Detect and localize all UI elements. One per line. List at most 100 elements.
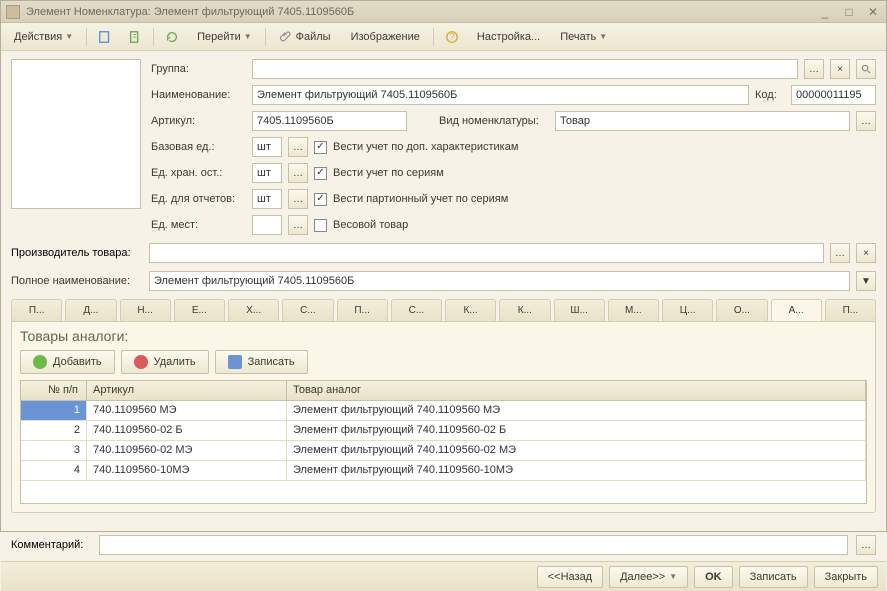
producer-clear-button[interactable]: × (856, 243, 876, 263)
group-select-button[interactable]: … (804, 59, 824, 79)
main-toolbar: Действия▼ Перейти▼ Файлы Изображение ? Н… (1, 23, 886, 51)
maximize-button[interactable]: □ (841, 5, 857, 19)
save-button[interactable]: Записать (215, 350, 308, 374)
add-button[interactable]: Добавить (20, 350, 115, 374)
group-label: Группа: (151, 63, 246, 75)
producer-label: Производитель товара: (11, 247, 143, 259)
code-input[interactable] (791, 85, 876, 105)
close-form-button[interactable]: Закрыть (814, 566, 878, 588)
print-menu[interactable]: Печать▼ (553, 28, 614, 46)
analogs-table: № п/п Артикул Товар аналог 1 740.1109560… (20, 380, 867, 504)
tab-10[interactable]: Ш... (554, 299, 605, 321)
files-label: Файлы (296, 31, 331, 43)
reportunit-select-button[interactable]: … (288, 189, 308, 209)
actions-menu[interactable]: Действия▼ (7, 28, 80, 46)
minimize-button[interactable]: _ (817, 5, 833, 19)
back-button[interactable]: <<Назад (537, 566, 603, 588)
producer-input[interactable] (149, 243, 824, 263)
reportunit-input[interactable] (252, 189, 282, 209)
files-button[interactable]: Файлы (272, 27, 338, 47)
weight-label: Весовой товар (333, 219, 408, 231)
storeunit-input[interactable] (252, 163, 282, 183)
group-clear-button[interactable]: × (830, 59, 850, 79)
baseunit-label: Базовая ед.: (151, 141, 246, 153)
nomtype-input[interactable] (555, 111, 850, 131)
footer: <<Назад Далее>>▼ OK Записать Закрыть (1, 561, 886, 591)
tab-7[interactable]: С... (391, 299, 442, 321)
image-preview[interactable] (11, 59, 141, 209)
nomtype-select-button[interactable]: … (856, 111, 876, 131)
ok-button[interactable]: OK (694, 566, 733, 588)
name-input[interactable] (252, 85, 749, 105)
tab-3[interactable]: Е... (174, 299, 225, 321)
nomtype-label: Вид номенклатуры: (439, 115, 549, 127)
tab-12[interactable]: Ц... (662, 299, 713, 321)
write-button[interactable]: Записать (739, 566, 808, 588)
fullname-input[interactable] (149, 271, 850, 291)
group-search-button[interactable] (856, 59, 876, 79)
attachment-icon (279, 30, 293, 44)
tab-2[interactable]: Н... (120, 299, 171, 321)
refresh-icon[interactable] (160, 27, 184, 47)
analogs-panel: Товары аналоги: Добавить Удалить Записат… (11, 321, 876, 513)
tab-9[interactable]: К... (499, 299, 550, 321)
tab-6[interactable]: П... (337, 299, 388, 321)
tab-11[interactable]: М... (608, 299, 659, 321)
series-checkbox[interactable] (314, 167, 327, 180)
delete-button[interactable]: Удалить (121, 350, 209, 374)
batch-checkbox[interactable] (314, 193, 327, 206)
help-icon[interactable]: ? (440, 27, 464, 47)
article-label: Артикул: (151, 115, 246, 127)
cross-icon (134, 355, 148, 369)
tab-15[interactable]: П... (825, 299, 876, 321)
comment-input[interactable] (99, 535, 848, 555)
table-row[interactable]: 1 740.1109560 МЭ Элемент фильтрующий 740… (21, 401, 866, 421)
tab-1[interactable]: Д... (65, 299, 116, 321)
image-button[interactable]: Изображение (344, 28, 427, 46)
disk-icon (228, 355, 242, 369)
image-label: Изображение (351, 31, 420, 43)
plus-icon (33, 355, 47, 369)
goto-menu[interactable]: Перейти▼ (190, 28, 259, 46)
tab-0[interactable]: П... (11, 299, 62, 321)
series-label: Вести учет по сериям (333, 167, 444, 179)
placeunit-input[interactable] (252, 215, 282, 235)
article-input[interactable] (252, 111, 407, 131)
col-article[interactable]: Артикул (87, 381, 287, 400)
tab-13[interactable]: О... (716, 299, 767, 321)
settings-button[interactable]: Настройка... (470, 28, 547, 46)
dop-checkbox[interactable] (314, 141, 327, 154)
col-num[interactable]: № п/п (21, 381, 87, 400)
add-label: Добавить (53, 356, 102, 368)
storeunit-select-button[interactable]: … (288, 163, 308, 183)
tab-5[interactable]: С... (282, 299, 333, 321)
name-label: Наименование: (151, 89, 246, 101)
baseunit-select-button[interactable]: … (288, 137, 308, 157)
comment-select-button[interactable]: … (856, 535, 876, 555)
goto-label: Перейти (197, 31, 241, 43)
placeunit-label: Ед. мест: (151, 219, 246, 231)
tab-14[interactable]: А... (771, 299, 822, 321)
tab-8[interactable]: К... (445, 299, 496, 321)
table-row[interactable]: 3 740.1109560-02 МЭ Элемент фильтрующий … (21, 441, 866, 461)
close-button[interactable]: ✕ (865, 5, 881, 19)
table-row[interactable]: 2 740.1109560-02 Б Элемент фильтрующий 7… (21, 421, 866, 441)
toolbar-icon-1[interactable] (93, 27, 117, 47)
toolbar-icon-2[interactable] (123, 27, 147, 47)
group-input[interactable] (252, 59, 798, 79)
table-row[interactable]: 4 740.1109560-10МЭ Элемент фильтрующий 7… (21, 461, 866, 481)
save-label: Записать (248, 356, 295, 368)
tab-4[interactable]: Х... (228, 299, 279, 321)
producer-select-button[interactable]: … (830, 243, 850, 263)
storeunit-label: Ед. хран. ост.: (151, 167, 246, 179)
actions-label: Действия (14, 31, 62, 43)
weight-checkbox[interactable] (314, 219, 327, 232)
baseunit-input[interactable] (252, 137, 282, 157)
col-analog[interactable]: Товар аналог (287, 381, 866, 400)
batch-label: Вести партионный учет по сериям (333, 193, 508, 205)
next-button[interactable]: Далее>>▼ (609, 566, 688, 588)
window-title: Элемент Номенклатура: Элемент фильтрующи… (26, 6, 354, 18)
fullname-label: Полное наименование: (11, 275, 143, 287)
placeunit-select-button[interactable]: … (288, 215, 308, 235)
fullname-dropdown[interactable]: ▼ (856, 271, 876, 291)
